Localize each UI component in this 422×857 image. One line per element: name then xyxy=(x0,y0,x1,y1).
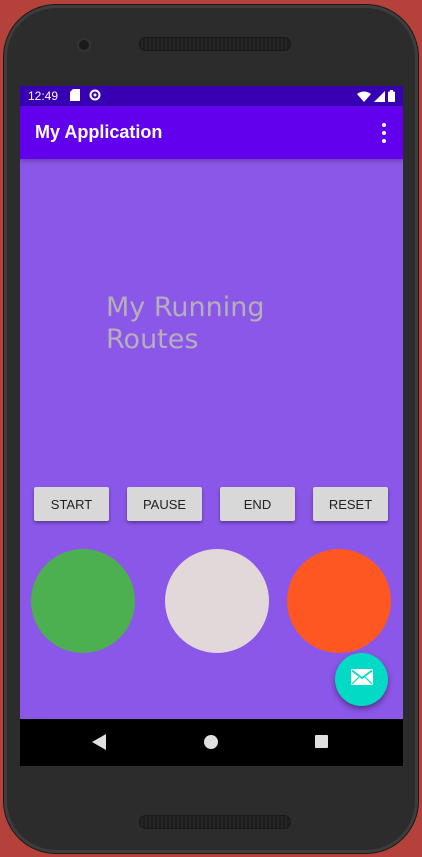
home-icon[interactable] xyxy=(204,735,218,754)
green-circle xyxy=(31,549,135,653)
navigation-bar xyxy=(20,719,403,766)
front-camera xyxy=(79,40,89,50)
reset-button[interactable]: RESET xyxy=(313,487,388,521)
signal-icon xyxy=(374,90,385,105)
overflow-menu-icon[interactable] xyxy=(379,123,389,143)
app-bar: My Application xyxy=(20,106,403,159)
bottom-speaker xyxy=(139,815,291,829)
wifi-icon xyxy=(357,91,371,105)
app-title: My Application xyxy=(35,122,163,142)
light-circle xyxy=(165,549,269,653)
pause-button[interactable]: PAUSE xyxy=(127,487,202,521)
page-heading: My Running Routes xyxy=(106,292,265,350)
end-button[interactable]: END xyxy=(220,487,295,521)
battery-icon xyxy=(388,90,395,105)
orange-circle xyxy=(287,549,391,653)
sd-card-icon xyxy=(70,88,81,104)
data-saver-icon xyxy=(89,89,101,104)
email-fab-button[interactable] xyxy=(335,653,388,706)
status-bar: 12:49 xyxy=(20,86,403,106)
device-screen: 12:49 My Application My Running Routes S… xyxy=(20,86,403,766)
mail-icon xyxy=(350,669,373,690)
back-icon[interactable] xyxy=(92,734,106,755)
recents-icon[interactable] xyxy=(315,735,328,753)
start-button[interactable]: START xyxy=(34,487,109,521)
top-speaker xyxy=(139,37,291,51)
status-time: 12:49 xyxy=(28,89,59,103)
